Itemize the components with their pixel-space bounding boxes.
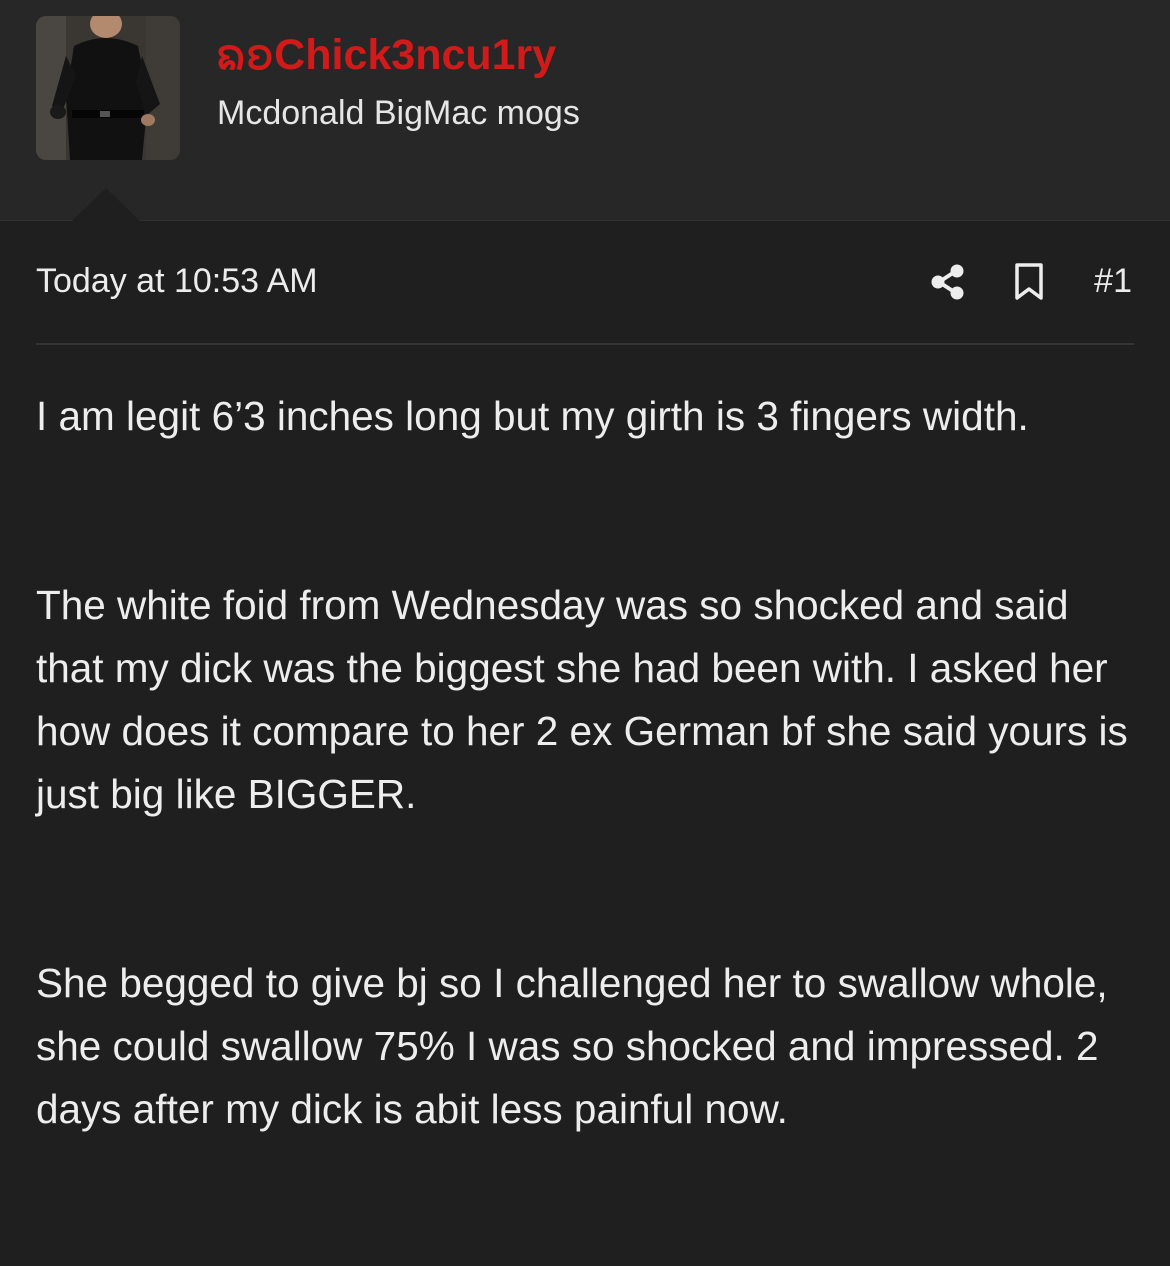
post-paragraph: The white foid from Wednesday was so sho… — [36, 582, 1128, 817]
bookmark-icon[interactable] — [1012, 262, 1046, 302]
post-paragraph: She begged to give bj so I challenged he… — [36, 960, 1108, 1132]
user-title: Mcdonald BigMac mogs — [217, 94, 580, 132]
username[interactable]: ᨦᨧChick3ncu1ry — [216, 24, 556, 92]
post-body: I am legit 6’3 inches long but my girth … — [36, 385, 1136, 1141]
avatar[interactable] — [36, 16, 180, 160]
share-icon[interactable] — [929, 262, 967, 302]
post-number-link[interactable]: #1 — [1094, 262, 1132, 301]
post-author-header: ᨦᨧChick3ncu1ry Mcdonald BigMac mogs — [0, 0, 1170, 221]
post-timestamp[interactable]: Today at 10:53 AM — [36, 262, 318, 301]
header-pointer — [72, 188, 140, 221]
divider — [36, 343, 1134, 345]
avatar-image — [36, 16, 180, 160]
post-meta: Today at 10:53 AM #1 — [36, 258, 1134, 308]
post-paragraph: I am legit 6’3 inches long but my girth … — [36, 393, 1029, 439]
